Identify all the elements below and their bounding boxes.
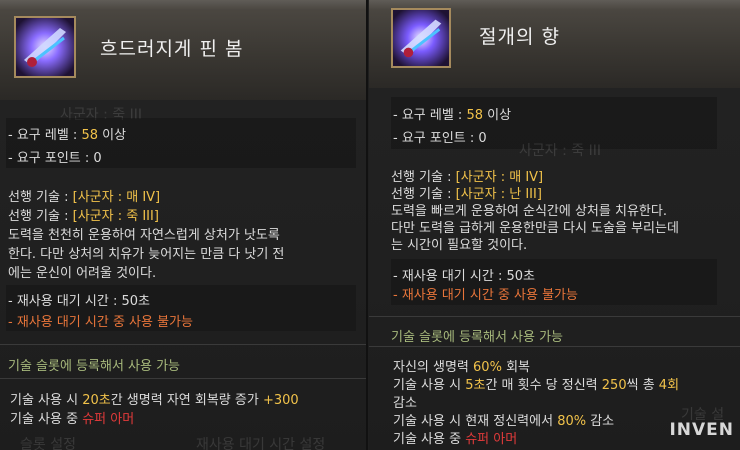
effect-line: 기술 사용 중 슈퍼 아머 — [393, 432, 518, 447]
cooldown-note: - 재사용 대기 시간 중 사용 불가능 — [8, 315, 193, 330]
required-point: - 요구 포인트 : 0 — [393, 131, 487, 146]
inven-watermark: INVEN — [669, 420, 734, 440]
skill-title: 절개의 향 — [479, 26, 560, 48]
effect-line: 기술 사용 중 슈퍼 아머 — [10, 412, 135, 427]
tooltip-header: 흐드러지게 핀 봄 — [0, 0, 366, 100]
required-point: - 요구 포인트 : 0 — [8, 151, 102, 166]
slot-registration-note: 기술 슬롯에 등록해서 사용 가능 — [391, 330, 564, 345]
background-ghost-text: 사군자 : 죽 III — [519, 143, 601, 159]
description-line: 한다. 다만 상처의 치유가 늦어지는 만큼 다 낫기 전 — [8, 247, 285, 262]
skill-icon — [391, 8, 451, 68]
skill-title: 흐드러지게 핀 봄 — [100, 38, 244, 60]
description-line: 도력을 천천히 운용하여 자연스럽게 상처가 낫도록 — [8, 228, 280, 243]
effect-line: 자신의 생명력 60% 회복 — [393, 360, 530, 375]
cooldown-time: - 재사용 대기 시간 : 50초 — [8, 294, 150, 309]
requirement-box: - 요구 레벨 : 58 이상 - 요구 포인트 : 0 — [6, 118, 356, 168]
prerequisite-skill-2: 선행 기술 : [사군자 : 죽 III] — [8, 209, 159, 224]
effect-line: 기술 사용 시 20초간 생명력 자연 회복량 증가 +300 — [10, 393, 299, 408]
cooldown-box: - 재사용 대기 시간 : 50초 - 재사용 대기 시간 중 사용 불가능 — [6, 285, 356, 331]
cooldown-box: - 재사용 대기 시간 : 50초 - 재사용 대기 시간 중 사용 불가능 — [391, 259, 717, 305]
prerequisite-skill-1: 선행 기술 : [사군자 : 매 IV] — [8, 190, 161, 205]
effect-line: 감소 — [393, 396, 417, 411]
skill-icon — [14, 16, 76, 78]
tooltip-header: 절개의 향 — [369, 0, 740, 88]
slot-registration-note: 기술 슬롯에 등록해서 사용 가능 — [8, 359, 181, 374]
cooldown-note: - 재사용 대기 시간 중 사용 불가능 — [393, 288, 578, 303]
effect-line: 기술 사용 시 현재 정신력에서 80% 감소 — [393, 414, 615, 429]
skill-tooltip-right: 절개의 향 - 요구 레벨 : 58 이상 - 요구 포인트 : 0 사군자 :… — [369, 0, 740, 450]
description-line: 는 시간이 필요할 것이다. — [391, 238, 528, 253]
background-ghost-text: 슬롯 설정 — [20, 437, 76, 450]
skill-tooltip-left: 흐드러지게 핀 봄 사군자 : 죽 III - 요구 레벨 : 58 이상 - … — [0, 0, 368, 450]
required-level: - 요구 레벨 : 58 이상 — [393, 108, 512, 123]
cooldown-time: - 재사용 대기 시간 : 50초 — [393, 269, 535, 284]
required-level: - 요구 레벨 : 58 이상 — [8, 128, 127, 143]
effect-line: 기술 사용 시 5초간 매 횟수 당 정신력 250씩 총 4회 — [393, 378, 680, 393]
description-line: 에는 운신이 어려울 것이다. — [8, 266, 157, 281]
background-ghost-text: 재사용 대기 시간 설정 — [196, 437, 326, 450]
